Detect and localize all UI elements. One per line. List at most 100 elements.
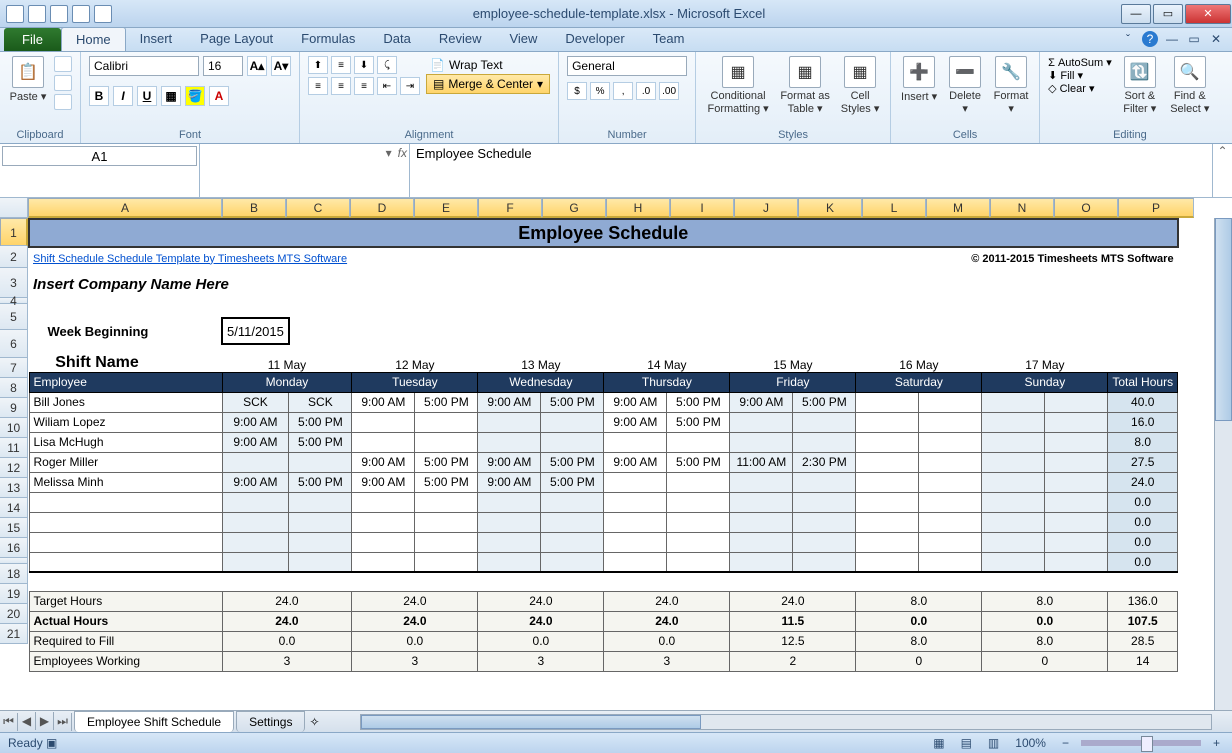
expand-formula-icon[interactable]: ⌃ bbox=[1212, 144, 1232, 197]
row-headers[interactable]: 1234567891011121314151618192021 bbox=[0, 218, 28, 644]
ribbon-tab-team[interactable]: Team bbox=[639, 27, 699, 51]
align-bottom-icon[interactable]: ⬇ bbox=[354, 56, 374, 74]
increase-decimal-icon[interactable]: .0 bbox=[636, 82, 656, 100]
comma-icon[interactable]: , bbox=[613, 82, 633, 100]
col-header[interactable]: P bbox=[1118, 198, 1194, 218]
shift-cell[interactable]: 5:00 PM bbox=[667, 392, 730, 412]
col-header[interactable]: N bbox=[990, 198, 1054, 218]
font-color-button[interactable]: A bbox=[209, 86, 229, 106]
shift-cell[interactable] bbox=[856, 532, 919, 552]
shift-cell[interactable] bbox=[793, 492, 856, 512]
cell[interactable] bbox=[289, 318, 1178, 344]
shift-cell[interactable] bbox=[415, 492, 478, 512]
shift-cell[interactable] bbox=[856, 512, 919, 532]
zoom-in-icon[interactable]: + bbox=[1209, 736, 1224, 750]
ribbon-tab-formulas[interactable]: Formulas bbox=[287, 27, 369, 51]
shift-cell[interactable]: 5:00 PM bbox=[415, 472, 478, 492]
summary-value[interactable]: 0.0 bbox=[352, 631, 478, 651]
col-header[interactable]: D bbox=[350, 198, 414, 218]
summary-value[interactable]: 0.0 bbox=[222, 631, 352, 651]
col-header[interactable]: M bbox=[926, 198, 990, 218]
copy-icon[interactable] bbox=[54, 75, 72, 91]
col-header[interactable]: H bbox=[606, 198, 670, 218]
shift-cell[interactable] bbox=[667, 472, 730, 492]
shift-cell[interactable]: 5:00 PM bbox=[541, 452, 604, 472]
page-break-view-icon[interactable]: ▥ bbox=[984, 736, 1003, 750]
shift-cell[interactable] bbox=[541, 492, 604, 512]
shift-cell[interactable] bbox=[982, 432, 1045, 452]
next-sheet-icon[interactable]: ▶ bbox=[36, 712, 54, 730]
date-header[interactable]: 17 May bbox=[982, 344, 1108, 372]
shift-cell[interactable] bbox=[856, 452, 919, 472]
date-header[interactable]: 15 May bbox=[730, 344, 856, 372]
total-cell[interactable]: 0.0 bbox=[1108, 512, 1178, 532]
total-cell[interactable]: 27.5 bbox=[1108, 452, 1178, 472]
merge-center-button[interactable]: ▤ Merge & Center ▾ bbox=[426, 74, 550, 94]
shift-cell[interactable] bbox=[222, 492, 289, 512]
conditional-formatting-button[interactable]: ▦Conditional Formatting ▾ bbox=[704, 56, 772, 115]
shift-cell[interactable] bbox=[352, 552, 415, 572]
employee-name[interactable]: Roger Miller bbox=[29, 452, 222, 472]
shift-cell[interactable] bbox=[604, 472, 667, 492]
cut-icon[interactable] bbox=[54, 56, 72, 72]
total-header[interactable]: Total Hours bbox=[1108, 372, 1178, 392]
workbook-close-icon[interactable]: ✕ bbox=[1208, 31, 1224, 47]
row-header[interactable]: 18 bbox=[0, 564, 28, 584]
date-header[interactable]: 16 May bbox=[856, 344, 982, 372]
week-beginning-label[interactable]: Week Beginning bbox=[29, 318, 222, 344]
summary-value[interactable]: 11.5 bbox=[730, 611, 856, 631]
summary-label[interactable]: Employees Working bbox=[29, 651, 222, 671]
summary-value[interactable]: 8.0 bbox=[982, 631, 1108, 651]
ribbon-tab-insert[interactable]: Insert bbox=[126, 27, 187, 51]
row-header[interactable]: 12 bbox=[0, 458, 28, 478]
total-cell[interactable]: 0.0 bbox=[1108, 492, 1178, 512]
summary-value[interactable]: 3 bbox=[604, 651, 730, 671]
shift-cell[interactable] bbox=[919, 492, 982, 512]
row-header[interactable]: 6 bbox=[0, 330, 28, 358]
shift-cell[interactable]: 5:00 PM bbox=[289, 432, 352, 452]
summary-label[interactable]: Actual Hours bbox=[29, 611, 222, 631]
shift-cell[interactable]: 5:00 PM bbox=[289, 412, 352, 432]
macro-record-icon[interactable]: ▣ bbox=[46, 736, 57, 750]
spreadsheet-grid[interactable]: ABCDEFGHIJKLMNOP 12345678910111213141516… bbox=[0, 198, 1232, 726]
shift-cell[interactable] bbox=[982, 472, 1045, 492]
summary-value[interactable]: 3 bbox=[352, 651, 478, 671]
shift-cell[interactable] bbox=[982, 552, 1045, 572]
ribbon-tab-view[interactable]: View bbox=[495, 27, 551, 51]
summary-value[interactable]: 8.0 bbox=[982, 591, 1108, 611]
shift-cell[interactable]: 9:00 AM bbox=[604, 452, 667, 472]
shift-cell[interactable] bbox=[919, 512, 982, 532]
shift-cell[interactable] bbox=[982, 512, 1045, 532]
shift-cell[interactable] bbox=[222, 532, 289, 552]
summary-value[interactable]: 24.0 bbox=[604, 611, 730, 631]
summary-total[interactable]: 14 bbox=[1108, 651, 1178, 671]
day-header[interactable]: Thursday bbox=[604, 372, 730, 392]
total-cell[interactable]: 8.0 bbox=[1108, 432, 1178, 452]
shift-cell[interactable] bbox=[919, 392, 982, 412]
summary-value[interactable]: 0.0 bbox=[856, 611, 982, 631]
shift-cell[interactable] bbox=[478, 512, 541, 532]
row-header[interactable]: 13 bbox=[0, 478, 28, 498]
shift-cell[interactable] bbox=[919, 432, 982, 452]
close-button[interactable]: ✕ bbox=[1185, 4, 1231, 24]
sort-filter-button[interactable]: 🔃Sort & Filter ▾ bbox=[1118, 56, 1162, 115]
shift-cell[interactable] bbox=[604, 512, 667, 532]
fill-color-button[interactable]: 🪣 bbox=[185, 86, 205, 106]
row-header[interactable]: 8 bbox=[0, 378, 28, 398]
total-cell[interactable]: 24.0 bbox=[1108, 472, 1178, 492]
sheet-title[interactable]: Employee Schedule bbox=[29, 219, 1178, 247]
qat-more-icon[interactable] bbox=[94, 5, 112, 23]
shift-cell[interactable] bbox=[1045, 472, 1108, 492]
shift-cell[interactable] bbox=[352, 512, 415, 532]
day-header[interactable]: Monday bbox=[222, 372, 352, 392]
shift-cell[interactable]: 9:00 AM bbox=[222, 472, 289, 492]
wrap-text-button[interactable]: 📄 Wrap Text bbox=[426, 56, 550, 74]
shift-cell[interactable]: 9:00 AM bbox=[604, 412, 667, 432]
col-header[interactable]: B bbox=[222, 198, 286, 218]
shift-cell[interactable] bbox=[478, 492, 541, 512]
shift-cell[interactable]: 9:00 AM bbox=[478, 472, 541, 492]
row-header[interactable]: 2 bbox=[0, 246, 28, 268]
cell-styles-button[interactable]: ▦Cell Styles ▾ bbox=[838, 56, 882, 115]
summary-value[interactable]: 0.0 bbox=[982, 611, 1108, 631]
shift-cell[interactable] bbox=[604, 552, 667, 572]
